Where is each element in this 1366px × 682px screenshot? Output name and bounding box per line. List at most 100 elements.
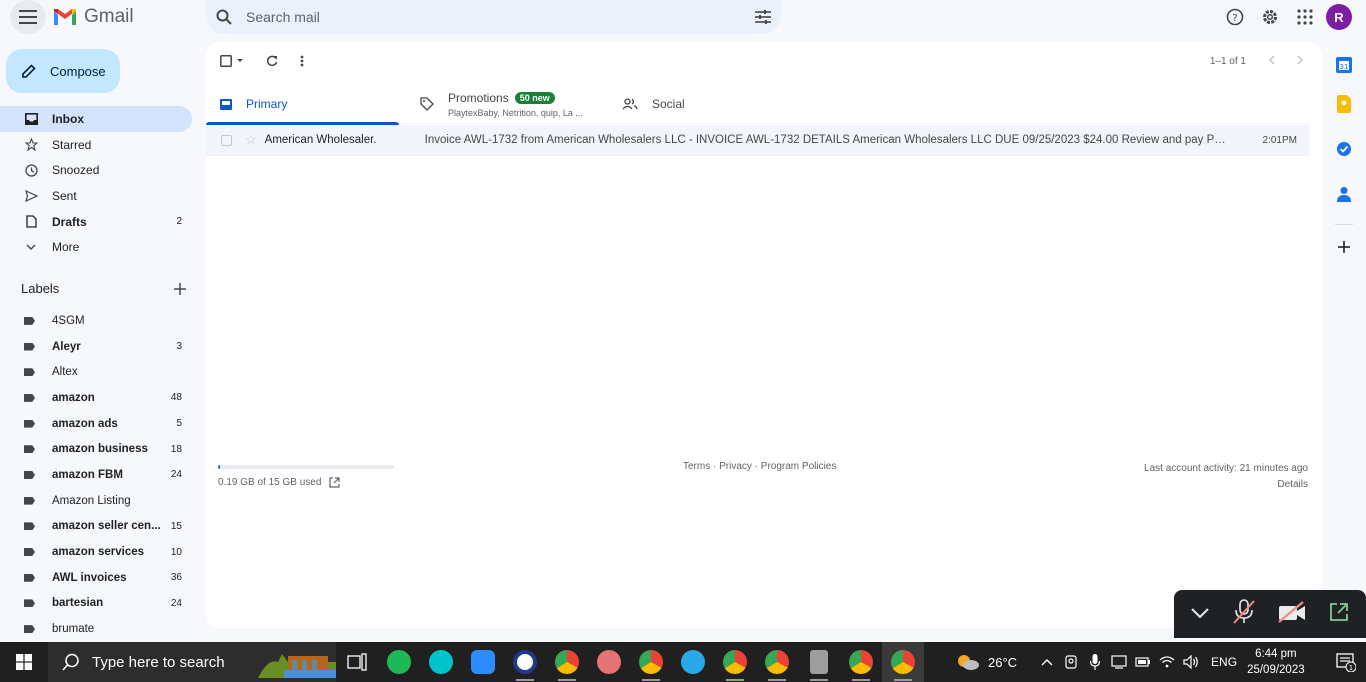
tab-primary[interactable]: Primary: [206, 84, 399, 125]
label-item-amazon[interactable]: amazon 48: [0, 385, 192, 411]
gmail-logo[interactable]: Gmail: [52, 6, 134, 28]
apps-grid-icon[interactable]: [1287, 4, 1322, 30]
label-item-amazon-services[interactable]: amazon services 10: [0, 539, 192, 565]
chevron-down-icon: [24, 240, 38, 254]
activity-details-link[interactable]: Details: [1144, 477, 1308, 493]
system-clock[interactable]: 6:44 pm 25/09/2023: [1247, 646, 1305, 678]
label-item-amazon-seller-central[interactable]: amazon seller cen... 15: [0, 514, 192, 540]
label-name: AWL invoices: [52, 571, 127, 584]
search-options-icon[interactable]: [755, 10, 771, 24]
prev-page-icon[interactable]: [1268, 55, 1275, 68]
windows-start-icon[interactable]: [0, 642, 48, 682]
zoom-icon[interactable]: [462, 642, 504, 682]
snipping-tool-icon[interactable]: [588, 642, 630, 682]
tab-social[interactable]: Social: [608, 84, 808, 124]
label-item-brumate[interactable]: brumate: [0, 616, 192, 642]
camera-off-icon[interactable]: [1278, 600, 1306, 628]
taskbar-apps: [336, 642, 924, 682]
main-menu-button[interactable]: [10, 0, 46, 34]
refresh-icon[interactable]: [266, 48, 278, 74]
add-label-icon[interactable]: [174, 282, 186, 295]
account-avatar[interactable]: R: [1326, 4, 1352, 30]
collapse-chevron-icon[interactable]: [1191, 605, 1209, 623]
label-item-amazon-listing[interactable]: Amazon Listing: [0, 488, 192, 514]
search-input[interactable]: [246, 9, 755, 25]
pop-out-icon[interactable]: [1329, 602, 1349, 627]
chrome-profile-2-icon[interactable]: [630, 642, 672, 682]
label-item-bartesian[interactable]: bartesian 24: [0, 591, 192, 617]
label-item-amazon-fbm[interactable]: amazon FBM 24: [0, 462, 192, 488]
label-tag-icon: [24, 368, 35, 377]
wifi-icon[interactable]: [1155, 656, 1179, 668]
input-language[interactable]: ENG: [1211, 655, 1237, 669]
chrome-profile-s-icon[interactable]: [840, 642, 882, 682]
sidebar-item-more[interactable]: More: [0, 234, 192, 260]
canva-icon[interactable]: [420, 642, 462, 682]
clock-app-icon[interactable]: [504, 642, 546, 682]
label-item-4sgm[interactable]: 4SGM: [0, 308, 192, 334]
meet-call-widget: [1174, 590, 1366, 638]
sidebar-item-starred[interactable]: Starred: [0, 132, 192, 158]
label-name: Aleyr: [52, 340, 81, 353]
label-item-amazon-business[interactable]: amazon business 18: [0, 436, 192, 462]
keep-icon[interactable]: [1326, 81, 1362, 126]
camera-tray-icon[interactable]: [1059, 655, 1083, 669]
label-item-altex[interactable]: Altex: [0, 359, 192, 385]
weather-widget[interactable]: 26°C: [956, 653, 1017, 671]
label-tag-icon: [24, 316, 35, 325]
select-all-checkbox[interactable]: [220, 48, 244, 74]
clock-time: 6:44 pm: [1255, 648, 1297, 660]
volume-icon[interactable]: [1179, 655, 1203, 669]
label-tag-icon: [24, 548, 35, 557]
storage-bar-fill: [218, 465, 221, 469]
sidebar-item-inbox[interactable]: Inbox: [0, 106, 192, 132]
label-item-awl-invoices[interactable]: AWL invoices 36: [0, 565, 192, 591]
spotify-icon[interactable]: [378, 642, 420, 682]
help-icon[interactable]: ?: [1217, 4, 1252, 30]
mic-muted-icon[interactable]: [1232, 598, 1256, 630]
row-checkbox[interactable]: [221, 134, 232, 146]
promotions-senders: PlaytexBaby, Netrition, quip, La ...: [448, 107, 583, 118]
screen-share-icon[interactable]: [1107, 655, 1131, 669]
top-header: Gmail ? R: [0, 0, 1366, 34]
tab-promotions[interactable]: Promotions 50 new PlaytexBaby, Netrition…: [406, 84, 608, 124]
sidebar-item-sent[interactable]: Sent: [0, 183, 192, 209]
calculator-icon[interactable]: [798, 642, 840, 682]
sidebar-item-label: Drafts: [52, 214, 87, 229]
contacts-icon[interactable]: [1326, 171, 1362, 216]
notifications-icon[interactable]: 1: [1336, 652, 1357, 677]
sidebar-item-snoozed[interactable]: Snoozed: [0, 157, 192, 183]
more-options-icon[interactable]: [300, 48, 304, 74]
email-row[interactable]: ☆ American Wholesaler. Invoice AWL-1732 …: [206, 125, 1309, 156]
battery-icon[interactable]: [1131, 656, 1155, 668]
compose-button[interactable]: Compose: [6, 49, 120, 93]
search-bar[interactable]: [206, 0, 781, 34]
calendar-icon[interactable]: 31: [1326, 48, 1362, 81]
chevron-up-icon[interactable]: [1035, 658, 1059, 666]
tasks-icon[interactable]: [1326, 126, 1362, 171]
settings-gear-icon[interactable]: [1252, 4, 1287, 30]
get-addons-icon[interactable]: [1326, 237, 1362, 257]
storage-bar: [218, 465, 394, 469]
footer-links[interactable]: Terms · Privacy · Program Policies: [683, 461, 836, 472]
taskbar-search[interactable]: Type here to search: [48, 642, 336, 682]
star-toggle-icon[interactable]: ☆: [245, 132, 257, 148]
sidebar-item-drafts[interactable]: Drafts 2: [0, 209, 192, 235]
labels-header: Labels: [21, 281, 186, 296]
chrome-profile-l-icon[interactable]: [756, 642, 798, 682]
microphone-icon[interactable]: [1083, 654, 1107, 670]
chrome-profile-1-icon[interactable]: [546, 642, 588, 682]
draft-icon: [24, 215, 38, 229]
next-page-icon[interactable]: [1297, 55, 1304, 68]
chrome-profile-r-icon[interactable]: [882, 642, 924, 682]
label-item-amazon-ads[interactable]: amazon ads 5: [0, 411, 192, 437]
telegram-icon[interactable]: [672, 642, 714, 682]
activity-text: Last account activity: 21 minutes ago: [1144, 463, 1308, 474]
open-external-icon[interactable]: [329, 477, 341, 488]
search-icon[interactable]: [216, 9, 232, 25]
chrome-profile-m-icon[interactable]: [714, 642, 756, 682]
task-view-icon[interactable]: [336, 642, 378, 682]
header-actions: ? R: [1217, 4, 1366, 30]
label-item-aleyr[interactable]: Aleyr 3: [0, 334, 192, 360]
clock-icon: [24, 163, 38, 177]
